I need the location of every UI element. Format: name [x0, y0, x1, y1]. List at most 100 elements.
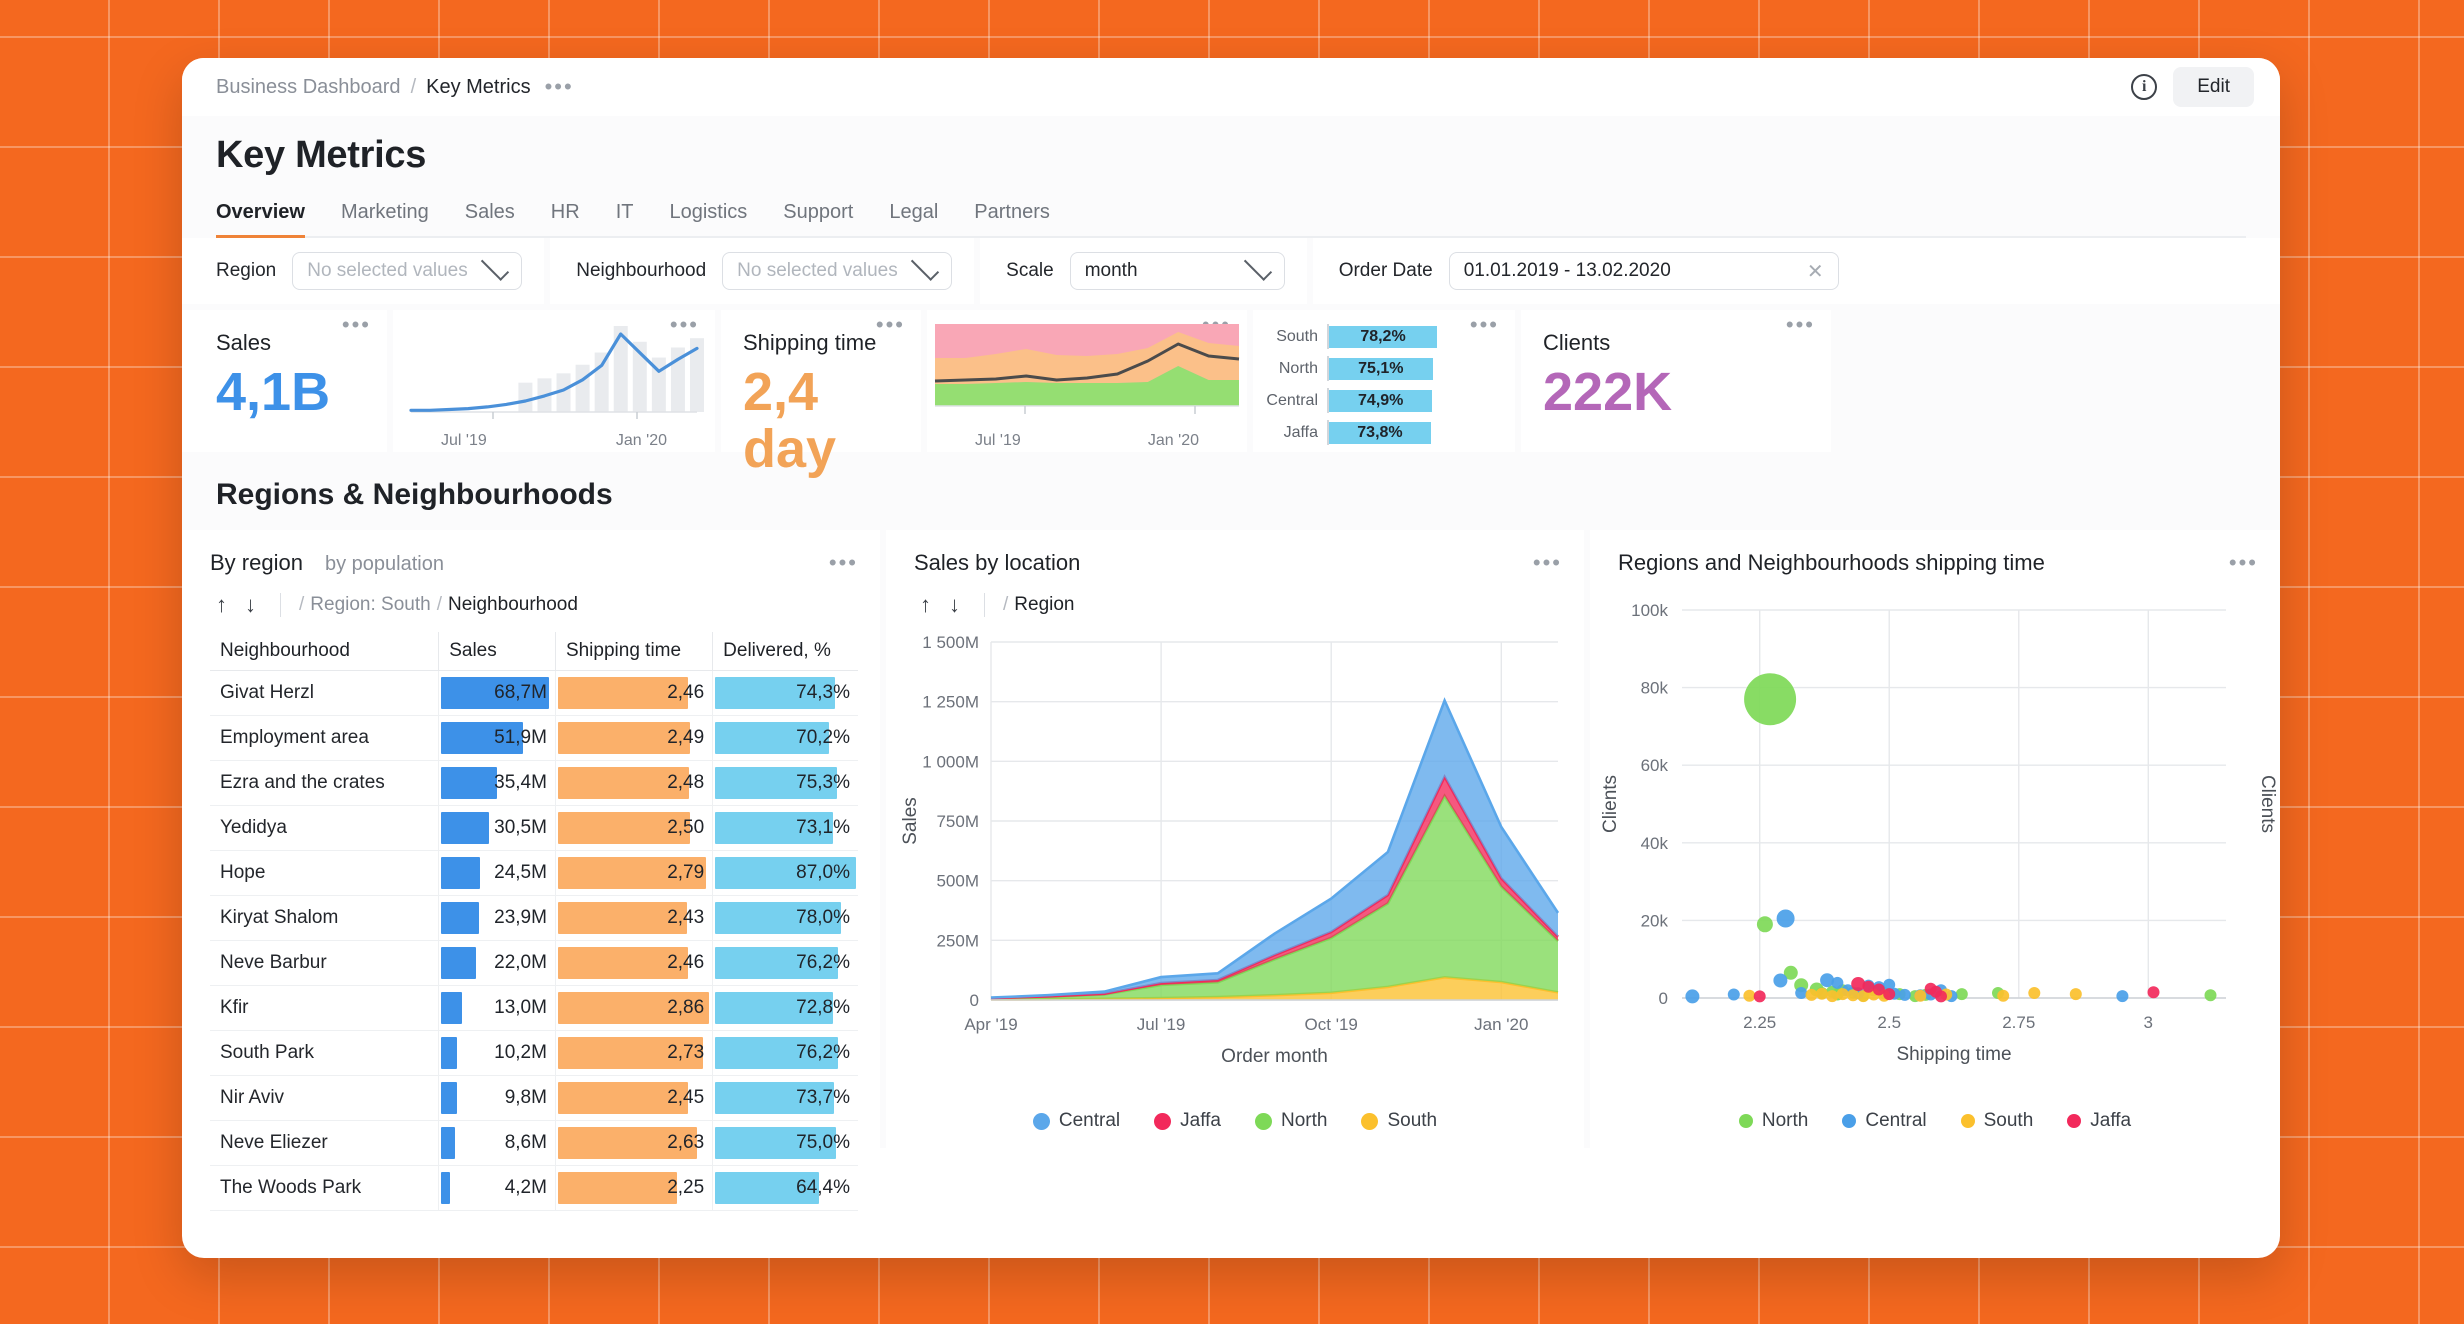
drill-down-icon[interactable]: ↓	[239, 592, 262, 618]
delivered-cell: 73,7%	[713, 1076, 858, 1120]
kpi-delivered-menu-icon[interactable]: •••	[1470, 313, 1499, 335]
table-cell: 2,63	[555, 1120, 714, 1166]
sales-by-location-menu-icon[interactable]: •••	[1533, 552, 1562, 574]
legend-item[interactable]: North	[1254, 1110, 1327, 1132]
by-region-subtitle[interactable]: by population	[325, 553, 444, 576]
legend-item[interactable]: Jaffa	[1154, 1110, 1221, 1132]
shipping-scatter-menu-icon[interactable]: •••	[2229, 552, 2258, 574]
scale-select[interactable]: month	[1069, 252, 1285, 290]
delivered-cell: 76,2%	[713, 1031, 858, 1075]
legend-item[interactable]: Jaffa	[2067, 1110, 2131, 1132]
table-cell: 51,9M	[438, 715, 556, 761]
drill-sep-2: /	[436, 594, 442, 615]
neighbourhood-select[interactable]: No selected values	[722, 252, 953, 290]
legend-item[interactable]: South	[1361, 1110, 1437, 1132]
order-date-input[interactable]: 01.01.2019 - 13.02.2020 ✕	[1448, 252, 1839, 290]
drill-sep: /	[1003, 594, 1009, 615]
info-icon[interactable]: i	[2131, 74, 2158, 100]
table-row[interactable]: Kiryat Shalom 23,9M 2,43 78,0%	[210, 895, 858, 941]
delivered-cell: 74,3%	[713, 671, 858, 715]
delivered-bar-row: Central 74,9%	[1265, 388, 1499, 413]
breadcrumb-current[interactable]: Key Metrics	[426, 76, 530, 99]
sales-bar	[441, 767, 497, 799]
table-row[interactable]: Neve Barbur 22,0M 2,46 76,2%	[210, 940, 858, 986]
sales-cell: 22,0M	[439, 941, 555, 985]
tab-legal[interactable]: Legal	[889, 201, 938, 239]
breadcrumb-root[interactable]: Business Dashboard	[216, 76, 401, 99]
by-region-menu-icon[interactable]: •••	[829, 552, 858, 574]
sales-bar	[441, 992, 462, 1024]
tab-logistics[interactable]: Logistics	[669, 201, 747, 239]
drill-level-2[interactable]: Neighbourhood	[448, 594, 578, 616]
sales-cell: 51,9M	[439, 716, 555, 760]
table-row[interactable]: Givat Herzl 68,7M 2,46 74,3%	[210, 670, 858, 716]
table-cell: 70,2%	[712, 715, 858, 761]
tab-sales[interactable]: Sales	[465, 201, 515, 239]
sales-by-location-header: Sales by location •••	[886, 530, 1584, 576]
table-row[interactable]: Ezra and the crates 35,4M 2,48 75,3%	[210, 760, 858, 806]
legend-item[interactable]: North	[1738, 1110, 1809, 1132]
drill-up-icon[interactable]: ↑	[914, 592, 937, 618]
drill-down-icon[interactable]: ↓	[943, 592, 966, 618]
drill-up-icon[interactable]: ↑	[210, 592, 233, 618]
delivered-value: 78,0%	[796, 907, 850, 928]
col-delivered[interactable]: Delivered, %	[712, 632, 858, 671]
legend-item[interactable]: Central	[1842, 1110, 1927, 1132]
tab-it[interactable]: IT	[616, 201, 634, 239]
region-select[interactable]: No selected values	[292, 252, 523, 290]
shipping-time-cell: 2,43	[556, 896, 712, 940]
svg-text:Shipping time: Shipping time	[1896, 1044, 2011, 1065]
legend-item[interactable]: South	[1960, 1110, 2034, 1132]
panel-by-region: By region by population ••• ↑ ↓ / Region…	[182, 530, 880, 1211]
delivered-value: 73,7%	[796, 1087, 850, 1108]
col-shipping-time[interactable]: Shipping time	[555, 632, 714, 671]
table-cell: 9,8M	[438, 1075, 556, 1121]
shipping-time-value: 2,45	[667, 1087, 705, 1108]
table-row[interactable]: Nir Aviv 9,8M 2,45 73,7%	[210, 1075, 858, 1121]
kpi-shipping-menu-icon[interactable]: •••	[876, 313, 905, 335]
sales-value: 9,8M	[504, 1087, 547, 1108]
kpi-clients-value: 222K	[1543, 362, 1673, 422]
neighbourhood-label: Neighbourhood	[576, 260, 707, 281]
kpi-clients-menu-icon[interactable]: •••	[1786, 313, 1815, 335]
close-icon[interactable]: ✕	[1807, 259, 1824, 284]
col-sales[interactable]: Sales	[438, 632, 556, 671]
breadcrumb-more-icon[interactable]: •••	[545, 76, 574, 98]
tab-partners[interactable]: Partners	[974, 201, 1050, 239]
table-row[interactable]: Yedidya 30,5M 2,50 73,1%	[210, 805, 858, 851]
shipping-time-cell: 2,63	[556, 1121, 712, 1165]
sales-cell: 4,2M	[439, 1166, 555, 1210]
table-row[interactable]: Employment area 51,9M 2,49 70,2%	[210, 715, 858, 761]
table-cell: 22,0M	[438, 940, 556, 986]
edit-button[interactable]: Edit	[2173, 67, 2254, 107]
table-row[interactable]: Hope 24,5M 2,79 87,0%	[210, 850, 858, 896]
table-cell: Kfir	[210, 985, 440, 1031]
delivered-value: 64,4%	[796, 1177, 850, 1198]
svg-text:3: 3	[2144, 1013, 2153, 1032]
sales-cell: 68,7M	[439, 671, 555, 715]
legend-label: Central	[1058, 1110, 1121, 1131]
tab-hr[interactable]: HR	[551, 201, 580, 239]
table-row[interactable]: The Woods Park 4,2M 2,25 64,4%	[210, 1165, 858, 1211]
table-row[interactable]: Kfir 13,0M 2,86 72,8%	[210, 985, 858, 1031]
chevron-down-icon	[481, 252, 510, 281]
table-cell: 73,7%	[712, 1075, 858, 1121]
drill-level-1[interactable]: Region: South	[310, 594, 430, 616]
delivered-bar-row: Jaffa 73,8%	[1265, 420, 1499, 445]
tab-marketing[interactable]: Marketing	[341, 201, 429, 239]
table-row[interactable]: Neve Eliezer 8,6M 2,63 75,0%	[210, 1120, 858, 1166]
table-row[interactable]: South Park 10,2M 2,73 76,2%	[210, 1030, 858, 1076]
region-select-value: No selected values	[307, 260, 468, 281]
sales-value: 35,4M	[494, 772, 547, 793]
cell-neighbourhood: Kfir	[220, 997, 249, 1018]
delivered-bar-value: 74,9%	[1329, 389, 1433, 412]
tab-overview[interactable]: Overview	[216, 201, 305, 239]
drill-level[interactable]: Region	[1014, 594, 1074, 616]
legend-item[interactable]: Central	[1032, 1110, 1121, 1132]
legend-label: South	[1983, 1110, 2034, 1131]
legend-label: North	[1761, 1110, 1809, 1131]
shipping-time-cell: 2,79	[556, 851, 712, 895]
kpi-sales-menu-icon[interactable]: •••	[342, 313, 371, 335]
tab-support[interactable]: Support	[783, 201, 853, 239]
col-neighbourhood[interactable]: Neighbourhood	[210, 632, 440, 671]
